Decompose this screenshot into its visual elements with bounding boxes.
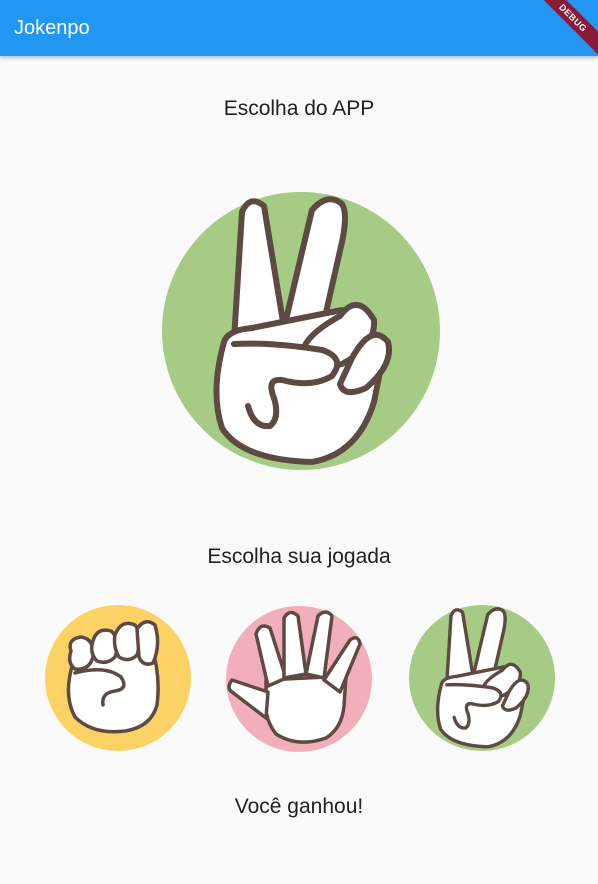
result-text: Você ganhou!: [234, 795, 364, 818]
app-choice-image: [162, 192, 440, 470]
user-choice-title: Escolha sua jogada: [207, 545, 391, 568]
option-rock-button[interactable]: [45, 605, 191, 751]
paper-hand-icon: [227, 610, 362, 744]
debug-banner: DEBUG: [528, 0, 598, 56]
app-bar: Jokenpo DEBUG: [0, 0, 598, 56]
scissors-hand-icon: [213, 196, 392, 465]
scissors-hand-icon: [435, 607, 530, 749]
app-choice-title: Escolha do APP: [223, 97, 375, 120]
app-title: Jokenpo: [14, 17, 90, 39]
rock-hand-icon: [66, 620, 160, 734]
option-paper-button[interactable]: [226, 606, 372, 752]
option-scissors-button[interactable]: [409, 605, 555, 751]
